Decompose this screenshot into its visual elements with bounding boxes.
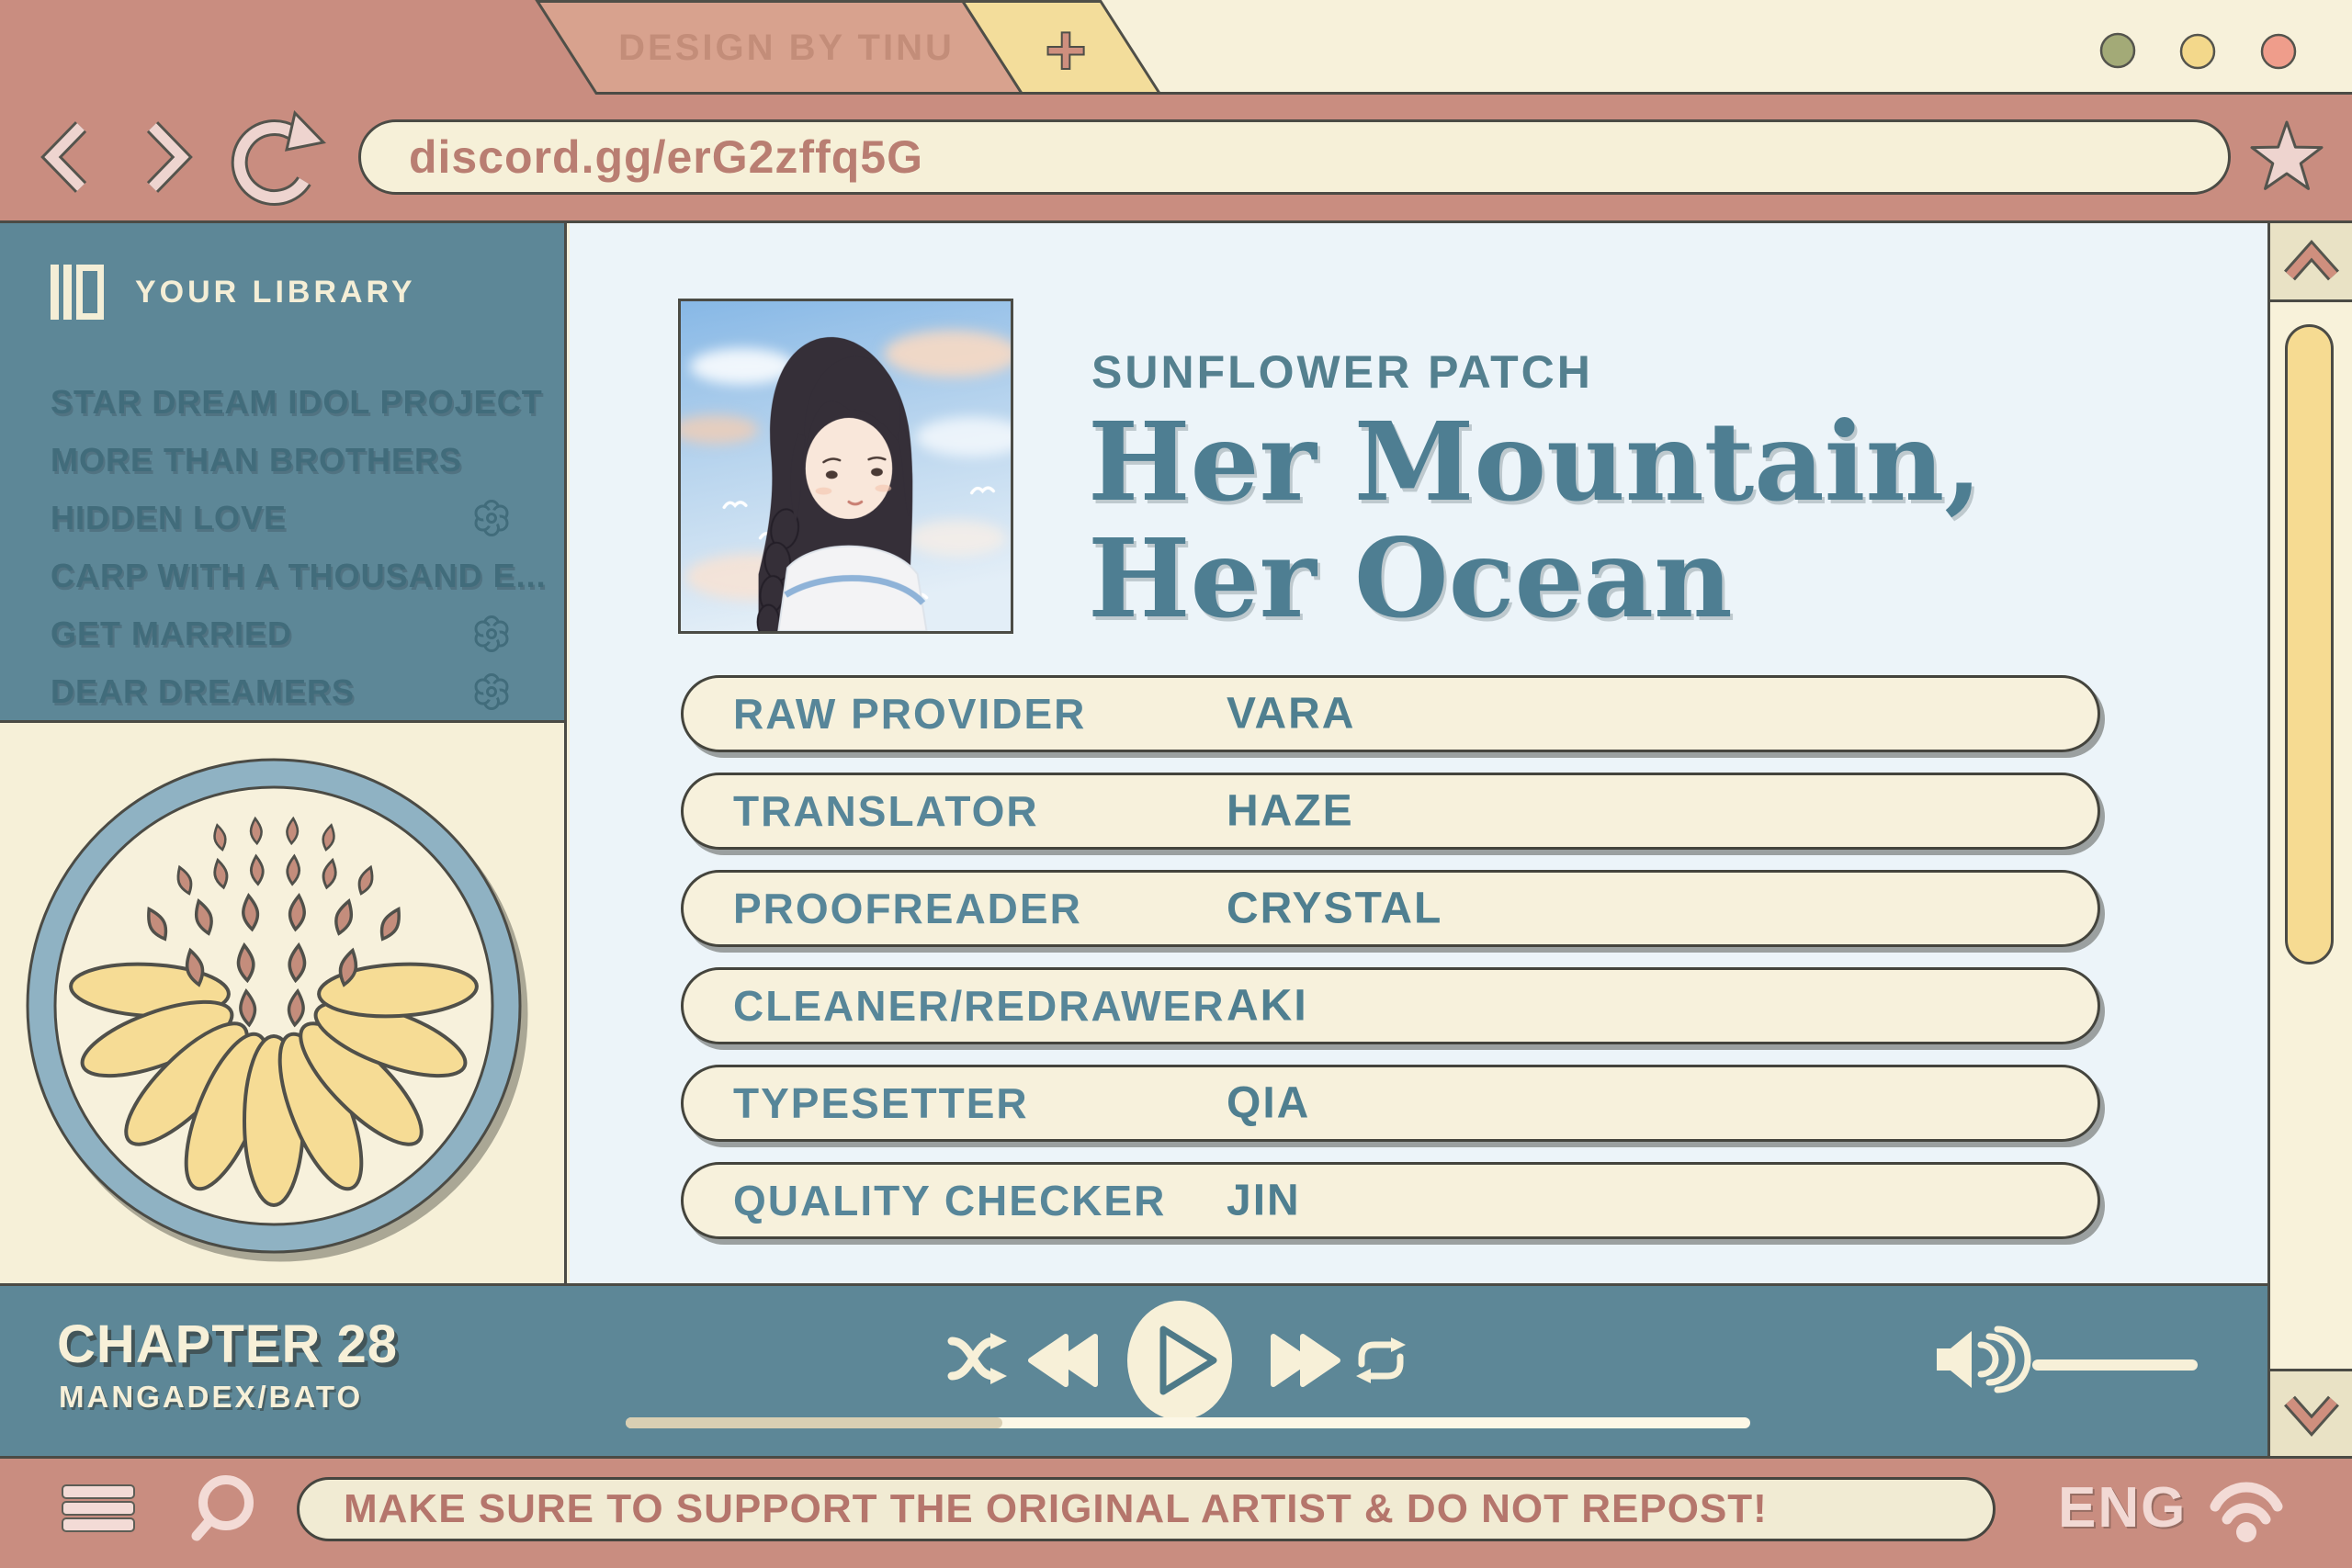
repeat-arrowhead [1356, 1369, 1371, 1383]
shuffle-arrowhead [990, 1333, 1007, 1349]
scrollbar-thumb[interactable] [2285, 324, 2334, 964]
progress-played [626, 1417, 1002, 1428]
series-title-line2: Her Ocean [1088, 520, 1982, 637]
traffic-light-yellow[interactable] [2181, 35, 2214, 68]
sidebar-logo-panel [0, 723, 567, 1283]
sidebar-item-carp-with-a-thousand[interactable]: CARP WITH A THOUSAND E... [0, 547, 564, 604]
back-icon[interactable] [51, 127, 81, 187]
credit-row-typesetter: TYPESETTER QIA [681, 1065, 2100, 1142]
credit-name: HAZE [1227, 786, 1354, 837]
tab-strip: DESIGN BY TINU + [0, 0, 2352, 95]
credit-name: JIN [1227, 1176, 1301, 1226]
sidebar-item-more-than-brothers[interactable]: MORE THAN BROTHERS [0, 431, 564, 489]
credit-role: TRANSLATOR [733, 786, 1039, 836]
sidebar-item-label: GET MARRIED [51, 615, 471, 653]
plus-icon[interactable]: + [1045, 9, 1087, 90]
credit-name: QIA [1227, 1078, 1310, 1129]
traffic-light-pink[interactable] [2262, 35, 2295, 68]
credit-role: PROOFREADER [733, 884, 1082, 933]
sidebar-item-label: MORE THAN BROTHERS [51, 441, 512, 479]
support-banner: MAKE SURE TO SUPPORT THE ORIGINAL ARTIST… [297, 1477, 1996, 1541]
group-name: SUNFLOWER PATCH [1091, 345, 1593, 399]
play-button[interactable] [1127, 1301, 1232, 1420]
menu-icon[interactable] [62, 1485, 134, 1531]
sidebar-item-get-married[interactable]: GET MARRIED [0, 604, 564, 662]
main-content: SUNFLOWER PATCH Her Mountain, Her Ocean … [570, 223, 2267, 1283]
volume-icon[interactable] [1937, 1329, 2028, 1390]
sidebar-item-dear-dreamers[interactable]: DEAR DREAMERS [0, 662, 564, 720]
bookmark-star-icon[interactable] [2252, 122, 2322, 188]
credit-name: AKI [1227, 981, 1308, 1032]
credit-role: QUALITY CHECKER [733, 1176, 1166, 1225]
scroll-up-button[interactable] [2270, 223, 2352, 302]
sidebar-item-label: HIDDEN LOVE [51, 499, 471, 537]
flower-icon [471, 498, 512, 538]
sidebar-item-hidden-love[interactable]: HIDDEN LOVE [0, 489, 564, 547]
tab-title: DESIGN BY TINU [618, 28, 955, 68]
series-title-line1: Her Mountain, [1088, 403, 1982, 520]
sidebar-item-star-dream-idol-project[interactable]: STAR DREAM IDOL PROJECT [0, 373, 564, 431]
language-indicator[interactable]: ENG [2058, 1475, 2187, 1540]
scrollbar [2267, 223, 2352, 1456]
forward-icon[interactable] [153, 127, 182, 187]
wifi-icon[interactable] [2215, 1487, 2278, 1542]
credit-name: CRYSTAL [1227, 884, 1442, 934]
refresh-arrowhead [287, 113, 323, 150]
browser-toolbar: discord.gg/erG2zffq5G [0, 95, 2352, 223]
repeat-arrowhead [1391, 1337, 1406, 1352]
address-bar[interactable]: discord.gg/erG2zffq5G [358, 119, 2231, 195]
sidebar-library: YOUR LIBRARY STAR DREAM IDOL PROJECT MOR… [0, 223, 567, 723]
chevron-down-icon [2290, 1401, 2334, 1426]
sidebar-item-label: STAR DREAM IDOL PROJECT [51, 383, 543, 422]
credit-row-translator: TRANSLATOR HAZE [681, 773, 2100, 850]
library-title: YOUR LIBRARY [135, 275, 416, 310]
library-header: YOUR LIBRARY [51, 265, 416, 320]
sidebar-item-label: CARP WITH A THOUSAND E... [51, 557, 547, 595]
support-banner-text: MAKE SURE TO SUPPORT THE ORIGINAL ARTIST… [344, 1486, 1768, 1532]
traffic-light-green[interactable] [2101, 34, 2134, 67]
tabstrip-left-fill [0, 0, 596, 95]
search-icon[interactable] [197, 1480, 249, 1536]
credit-row-proofreader: PROOFREADER CRYSTAL [681, 870, 2100, 947]
credit-row-raw-provider: RAW PROVIDER VARA [681, 675, 2100, 752]
credits-list: RAW PROVIDER VARA TRANSLATOR HAZE PROOFR… [681, 675, 2100, 1259]
flower-icon [471, 614, 512, 654]
shuffle-arrowhead [990, 1368, 1007, 1384]
credit-role: RAW PROVIDER [733, 689, 1086, 739]
scroll-down-button[interactable] [2270, 1369, 2352, 1456]
fast-forward-icon[interactable] [1273, 1337, 1338, 1384]
sunflower-logo [0, 723, 564, 1280]
url-text: discord.gg/erG2zffq5G [409, 130, 923, 184]
progress-bar[interactable] [626, 1417, 1750, 1428]
chevron-up-icon [2290, 251, 2334, 276]
credit-row-cleaner-redrawer: CLEANER/REDRAWER AKI [681, 967, 2100, 1044]
volume-slider[interactable] [2032, 1359, 2198, 1371]
series-title: Her Mountain, Her Ocean [1088, 403, 1982, 637]
credit-name: VARA [1227, 689, 1355, 739]
rewind-icon[interactable] [1031, 1337, 1095, 1384]
sidebar-item-label: DEAR DREAMERS [51, 672, 471, 711]
browser-window: DESIGN BY TINU + discord.gg/erG2zffq5G Y [0, 0, 2352, 1568]
cover-art [678, 299, 1013, 634]
shuffle-icon[interactable] [952, 1341, 994, 1376]
library-icon [51, 265, 104, 320]
credit-row-quality-checker: QUALITY CHECKER JIN [681, 1162, 2100, 1239]
player-bar: CHAPTER 28 MANGADEX/BATO [0, 1283, 2267, 1456]
flower-icon [471, 671, 512, 712]
credit-role: CLEANER/REDRAWER [733, 981, 1225, 1031]
credit-role: TYPESETTER [733, 1078, 1029, 1128]
status-bar: MAKE SURE TO SUPPORT THE ORIGINAL ARTIST… [0, 1456, 2352, 1568]
